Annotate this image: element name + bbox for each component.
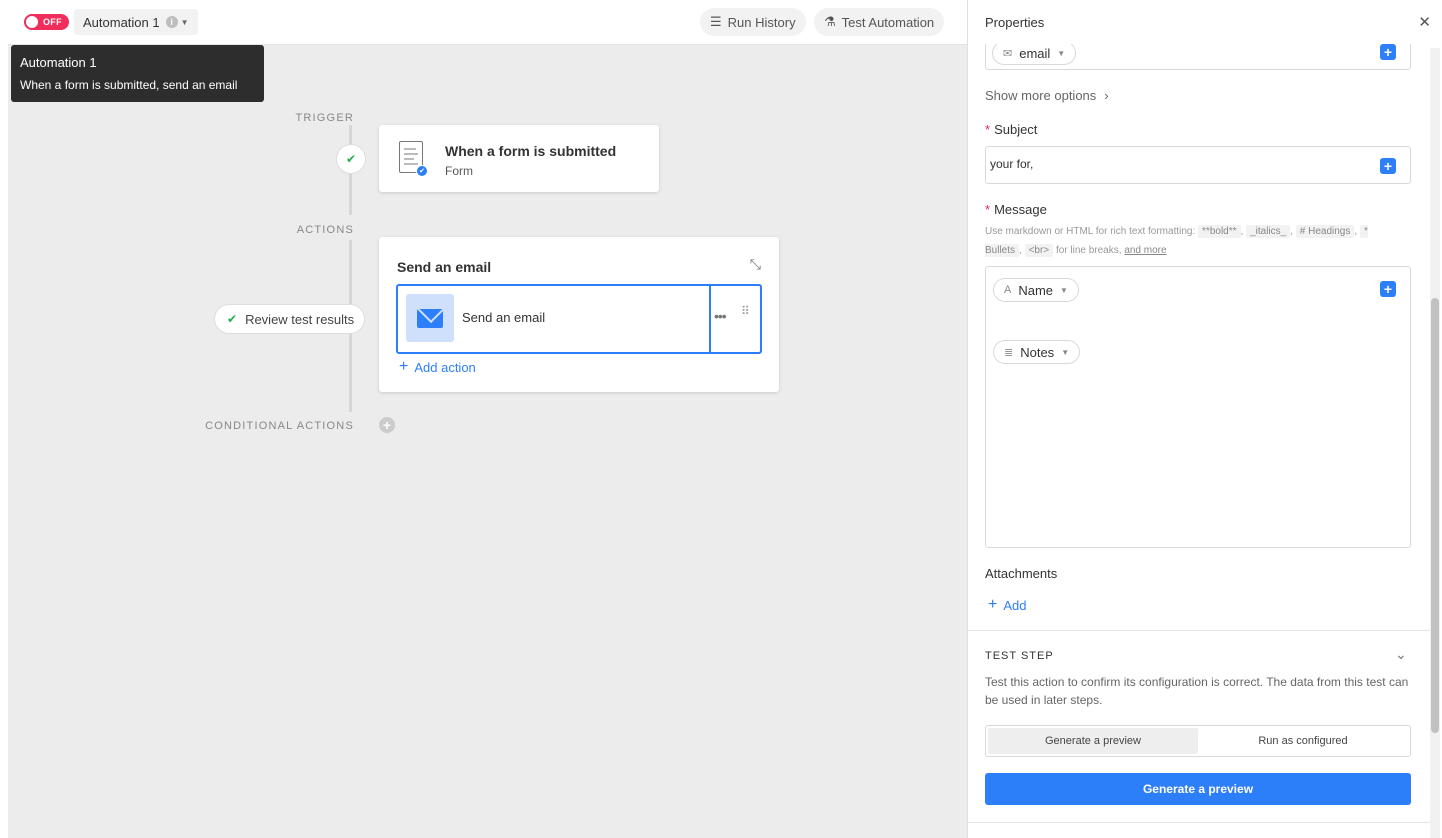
actions-stage-label: ACTIONS <box>296 224 354 236</box>
name-token[interactable]: A Name ▼ <box>993 278 1079 302</box>
section-divider <box>968 630 1430 631</box>
insert-field-icon[interactable]: + <box>1380 44 1396 60</box>
mail-icon-box <box>406 294 454 342</box>
panel-title: Properties <box>985 15 1045 30</box>
chevron-down-icon: ▼ <box>1060 285 1068 295</box>
subject-value: your for, <box>990 157 1034 171</box>
drag-handle-icon[interactable]: ⠿ <box>741 305 750 317</box>
collapse-icon[interactable]: ⤡ <box>750 256 761 273</box>
test-step-description: Test this action to confirm its configur… <box>985 675 1409 707</box>
segment-run-as-configured[interactable]: Run as configured <box>1198 728 1408 754</box>
subject-field[interactable]: your for, + <box>985 146 1411 184</box>
test-mode-segmented-control: Generate a preview Run as configured <box>985 725 1411 757</box>
required-marker: * <box>985 202 991 217</box>
add-attachment-button[interactable]: + Add <box>988 596 1026 614</box>
automation-canvas: TRIGGER ACTIONS CONDITIONAL ACTIONS ✔ ✔ … <box>8 45 967 838</box>
trigger-card[interactable]: ✔ When a form is submitted Form <box>379 125 659 192</box>
chevron-right-icon: › <box>1104 88 1109 103</box>
plus-icon: + <box>988 596 998 613</box>
automation-toolbar: OFF Automation 1 i ▼ ☰ Run History ⚗ Tes… <box>8 0 967 45</box>
required-marker: * <box>985 122 991 137</box>
run-history-button[interactable]: ☰ Run History <box>700 8 806 36</box>
text-field-icon: A <box>1004 284 1012 296</box>
action-card-title: Send an email <box>397 259 492 275</box>
add-action-button[interactable]: + Add action <box>399 358 476 376</box>
show-more-options-link[interactable]: Show more options › <box>985 88 1109 103</box>
test-step-heading: TEST STEP <box>985 650 1054 662</box>
notes-token[interactable]: ≣ Notes ▼ <box>993 340 1081 364</box>
test-automation-label: Test Automation <box>841 14 935 30</box>
email-token[interactable]: ✉ email ▼ <box>992 41 1077 65</box>
plus-icon: + <box>399 358 409 375</box>
show-more-label: Show more options <box>985 88 1097 103</box>
close-icon[interactable]: ✕ <box>1418 13 1431 31</box>
chevron-down-icon: ▼ <box>1061 347 1070 357</box>
step-separator <box>709 286 711 352</box>
insert-field-icon[interactable]: + <box>1380 158 1396 174</box>
envelope-icon <box>417 308 443 328</box>
left-edge <box>0 0 8 838</box>
long-text-icon: ≣ <box>1004 346 1014 359</box>
add-conditional-action-icon[interactable]: + <box>379 417 395 433</box>
conditional-stage-label: CONDITIONAL ACTIONS <box>205 420 354 432</box>
section-divider <box>968 822 1430 823</box>
formatting-hint: Use markdown or HTML for rich text forma… <box>985 225 1368 257</box>
toggle-label: OFF <box>43 17 62 27</box>
trigger-check-icon: ✔ <box>336 144 366 174</box>
toggle-knob <box>26 16 38 28</box>
tooltip-title: Automation 1 <box>20 55 97 70</box>
attachments-label: Attachments <box>985 566 1058 581</box>
check-icon: ✔ <box>227 312 238 326</box>
more-options-icon[interactable]: ••• <box>714 308 727 324</box>
automation-tooltip: Automation 1 When a form is submitted, s… <box>11 45 264 102</box>
panel-scrollbar[interactable] <box>1430 48 1440 838</box>
chevron-down-icon[interactable]: ⌄ <box>1395 646 1407 663</box>
action-card: Send an email ⤡ Send an email ••• ⠿ + Ad… <box>379 237 779 392</box>
message-field[interactable]: A Name ▼ + ≣ Notes ▼ <box>985 266 1411 548</box>
add-action-label: Add action <box>414 359 476 375</box>
trigger-title: When a form is submitted <box>445 143 617 159</box>
generate-preview-button[interactable]: Generate a preview <box>985 773 1411 805</box>
send-email-step[interactable]: Send an email ••• ⠿ <box>396 284 762 354</box>
panel-header: Properties ✕ <box>968 0 1442 44</box>
caret-down-icon: ▼ <box>180 17 189 27</box>
review-test-results-button[interactable]: ✔ Review test results <box>214 304 366 334</box>
info-icon[interactable]: i <box>165 16 178 28</box>
scrollbar-thumb[interactable] <box>1431 298 1439 733</box>
insert-field-icon[interactable]: + <box>1380 281 1396 297</box>
trigger-stage-label: TRIGGER <box>295 112 354 124</box>
review-label: Review test results <box>245 311 355 327</box>
automation-name-dropdown[interactable]: Automation 1 i ▼ <box>74 9 198 35</box>
and-more-link[interactable]: and more <box>1124 245 1166 256</box>
trigger-subtitle: Form <box>445 164 473 178</box>
flask-icon: ⚗ <box>824 14 836 29</box>
list-icon: ☰ <box>710 14 722 29</box>
check-badge-icon: ✔ <box>416 165 428 177</box>
properties-panel: Properties ✕ ✉ email ▼ + Show more optio… <box>967 0 1442 838</box>
send-email-step-label: Send an email <box>462 310 546 325</box>
automation-name: Automation 1 <box>83 14 160 30</box>
email-token-label: email <box>1019 45 1051 61</box>
automation-toggle[interactable]: OFF <box>24 14 69 30</box>
chevron-down-icon: ▼ <box>1057 48 1066 58</box>
run-history-label: Run History <box>727 14 796 30</box>
test-automation-button[interactable]: ⚗ Test Automation <box>814 8 945 36</box>
segment-generate-preview[interactable]: Generate a preview <box>988 728 1198 754</box>
tooltip-description: When a form is submitted, send an email <box>20 78 238 92</box>
message-label: * Message <box>985 202 1047 217</box>
subject-label: * Subject <box>985 122 1038 137</box>
envelope-small-icon: ✉ <box>1003 47 1013 60</box>
